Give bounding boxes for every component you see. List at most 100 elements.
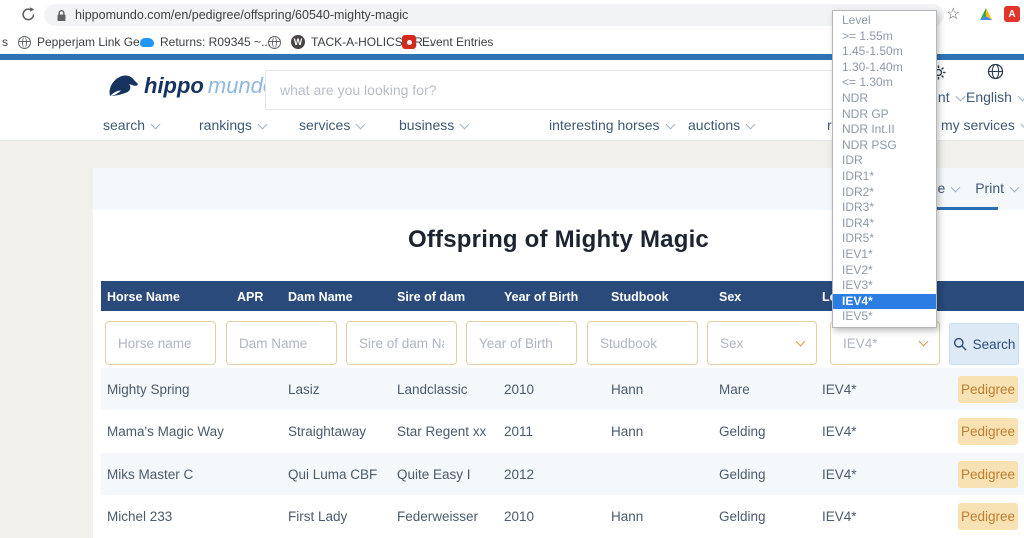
level-option[interactable]: 1.30-1.40m	[833, 60, 936, 76]
filter-year-of-birth-input[interactable]	[466, 321, 577, 365]
chevron-down-icon	[919, 336, 929, 346]
logo-text-bold: hippo	[144, 73, 204, 99]
cell-dam-name: Lasiz	[288, 382, 320, 397]
url-bar[interactable]: hippomundo.com/en/pedigree/offspring/605…	[44, 4, 944, 26]
level-option-selected[interactable]: IEV4*	[833, 294, 936, 310]
language-label: English	[966, 89, 1012, 105]
cell-level: IEV4*	[822, 424, 857, 439]
cell-level: IEV4*	[822, 382, 857, 397]
search-button[interactable]: Search	[949, 323, 1019, 365]
level-option[interactable]: IDR1*	[833, 169, 936, 185]
drive-icon[interactable]	[978, 7, 994, 22]
filter-horse-name-input[interactable]	[105, 321, 216, 365]
col-sire-of-dam: Sire of dam	[397, 290, 465, 304]
cell-studbook: Hann	[611, 382, 643, 397]
nav-rankings[interactable]: rankings	[199, 117, 266, 133]
level-option[interactable]: NDR Int.II	[833, 122, 936, 138]
level-option[interactable]: IDR2*	[833, 185, 936, 201]
pedigree-button[interactable]: Pedigree	[958, 461, 1018, 488]
cell-studbook: Hann	[611, 424, 643, 439]
nav-search[interactable]: search	[103, 117, 159, 133]
cell-dam-name: Straightaway	[288, 424, 366, 439]
wordpress-icon: W	[291, 35, 305, 49]
level-option[interactable]: Level	[833, 13, 936, 29]
hippomundo-logo[interactable]: hippomundo	[106, 72, 275, 99]
cell-dam-name: Qui Luma CBF	[288, 467, 377, 482]
level-option[interactable]: IEV3*	[833, 278, 936, 294]
nav-my-services[interactable]: my services	[941, 117, 1024, 133]
cell-level: IEV4*	[822, 509, 857, 524]
pedigree-button[interactable]: Pedigree	[958, 376, 1018, 403]
level-option[interactable]: IEV5*	[833, 309, 936, 325]
nav-services[interactable]: services	[299, 117, 364, 133]
bookmark-item[interactable]: Pepperjam Link Ge...	[18, 34, 150, 50]
table-row: Mighty Spring Lasiz Landclassic 2010 Han…	[101, 368, 1024, 410]
cell-year-of-birth: 2010	[504, 509, 534, 524]
globe-language-icon[interactable]	[987, 63, 1004, 80]
bookmark-item[interactable]: Event Entries	[402, 34, 493, 50]
chevron-down-icon	[1020, 120, 1024, 130]
cell-dam-name: First Lady	[288, 509, 347, 524]
cell-level: IEV4*	[822, 467, 857, 482]
pedigree-button[interactable]: Pedigree	[958, 503, 1018, 530]
cell-sex: Gelding	[719, 467, 766, 482]
chevron-down-icon	[951, 183, 961, 193]
magnifier-icon	[953, 337, 967, 351]
cell-sire-of-dam: Federweisser	[397, 509, 478, 524]
level-option[interactable]: IDR	[833, 153, 936, 169]
cell-sire-of-dam: Star Regent xx	[397, 424, 486, 439]
reload-icon[interactable]	[20, 6, 37, 23]
col-sex: Sex	[719, 290, 741, 304]
filter-studbook-input[interactable]	[587, 321, 698, 365]
chevron-down-icon	[955, 92, 965, 102]
nav-business[interactable]: business	[399, 117, 468, 133]
level-option[interactable]: >= 1.55m	[833, 29, 936, 45]
level-option[interactable]: IDR3*	[833, 200, 936, 216]
pdf-extension-icon[interactable]: A	[1004, 6, 1020, 22]
level-option[interactable]: NDR PSG	[833, 138, 936, 154]
level-option[interactable]: <= 1.30m	[833, 75, 936, 91]
chevron-down-icon	[1017, 92, 1024, 102]
bookmark-item[interactable]: s	[2, 34, 8, 50]
print-button[interactable]: Print	[975, 180, 1018, 196]
cell-sex: Gelding	[719, 424, 766, 439]
bookmark-label: s	[2, 35, 8, 49]
pedigree-button[interactable]: Pedigree	[958, 418, 1018, 445]
level-dropdown: Level >= 1.55m 1.45-1.50m 1.30-1.40m <= …	[832, 10, 937, 328]
lock-icon	[56, 9, 67, 22]
url-text: hippomundo.com/en/pedigree/offspring/605…	[75, 8, 408, 22]
bookmark-label: Event Entries	[422, 35, 493, 49]
table-row: Mama's Magic Way Straightaway Star Regen…	[101, 410, 1024, 453]
level-option[interactable]: IDR5*	[833, 231, 936, 247]
horse-logo-icon	[106, 72, 140, 99]
bookmark-label: Pepperjam Link Ge...	[37, 35, 150, 49]
col-dam-name: Dam Name	[288, 290, 353, 304]
nav-auctions[interactable]: auctions	[688, 117, 754, 133]
cell-horse-name: Mama's Magic Way	[107, 424, 224, 439]
browser-window: hippomundo.com/en/pedigree/offspring/605…	[0, 0, 1024, 538]
cell-horse-name: Michel 233	[107, 509, 172, 524]
level-option[interactable]: NDR	[833, 91, 936, 107]
chevron-down-icon	[460, 120, 470, 130]
filter-sex-select[interactable]: Sex	[707, 321, 817, 365]
filter-sire-of-dam-input[interactable]	[346, 321, 457, 365]
globe-icon	[18, 36, 31, 49]
site-search-input[interactable]	[265, 70, 835, 110]
level-option[interactable]: IDR4*	[833, 216, 936, 232]
nav-interesting-horses[interactable]: interesting horses	[549, 117, 674, 133]
language-selector[interactable]: English	[966, 89, 1024, 105]
cell-year-of-birth: 2011	[504, 424, 533, 439]
chevron-down-icon	[746, 120, 756, 130]
cell-horse-name: Mighty Spring	[107, 382, 190, 397]
level-option[interactable]: NDR GP	[833, 107, 936, 123]
level-option[interactable]: 1.45-1.50m	[833, 44, 936, 60]
filter-dam-name-input[interactable]	[226, 321, 337, 365]
bookmark-item[interactable]: Returns: R09345 ~...	[140, 34, 271, 50]
chevron-down-icon	[665, 120, 675, 130]
level-option[interactable]: IEV2*	[833, 263, 936, 279]
level-option[interactable]: IEV1*	[833, 247, 936, 263]
chevron-down-icon	[151, 120, 161, 130]
bookmark-star-icon[interactable]: ☆	[946, 4, 960, 24]
bookmark-item[interactable]	[268, 34, 287, 50]
cell-studbook: Hann	[611, 509, 643, 524]
